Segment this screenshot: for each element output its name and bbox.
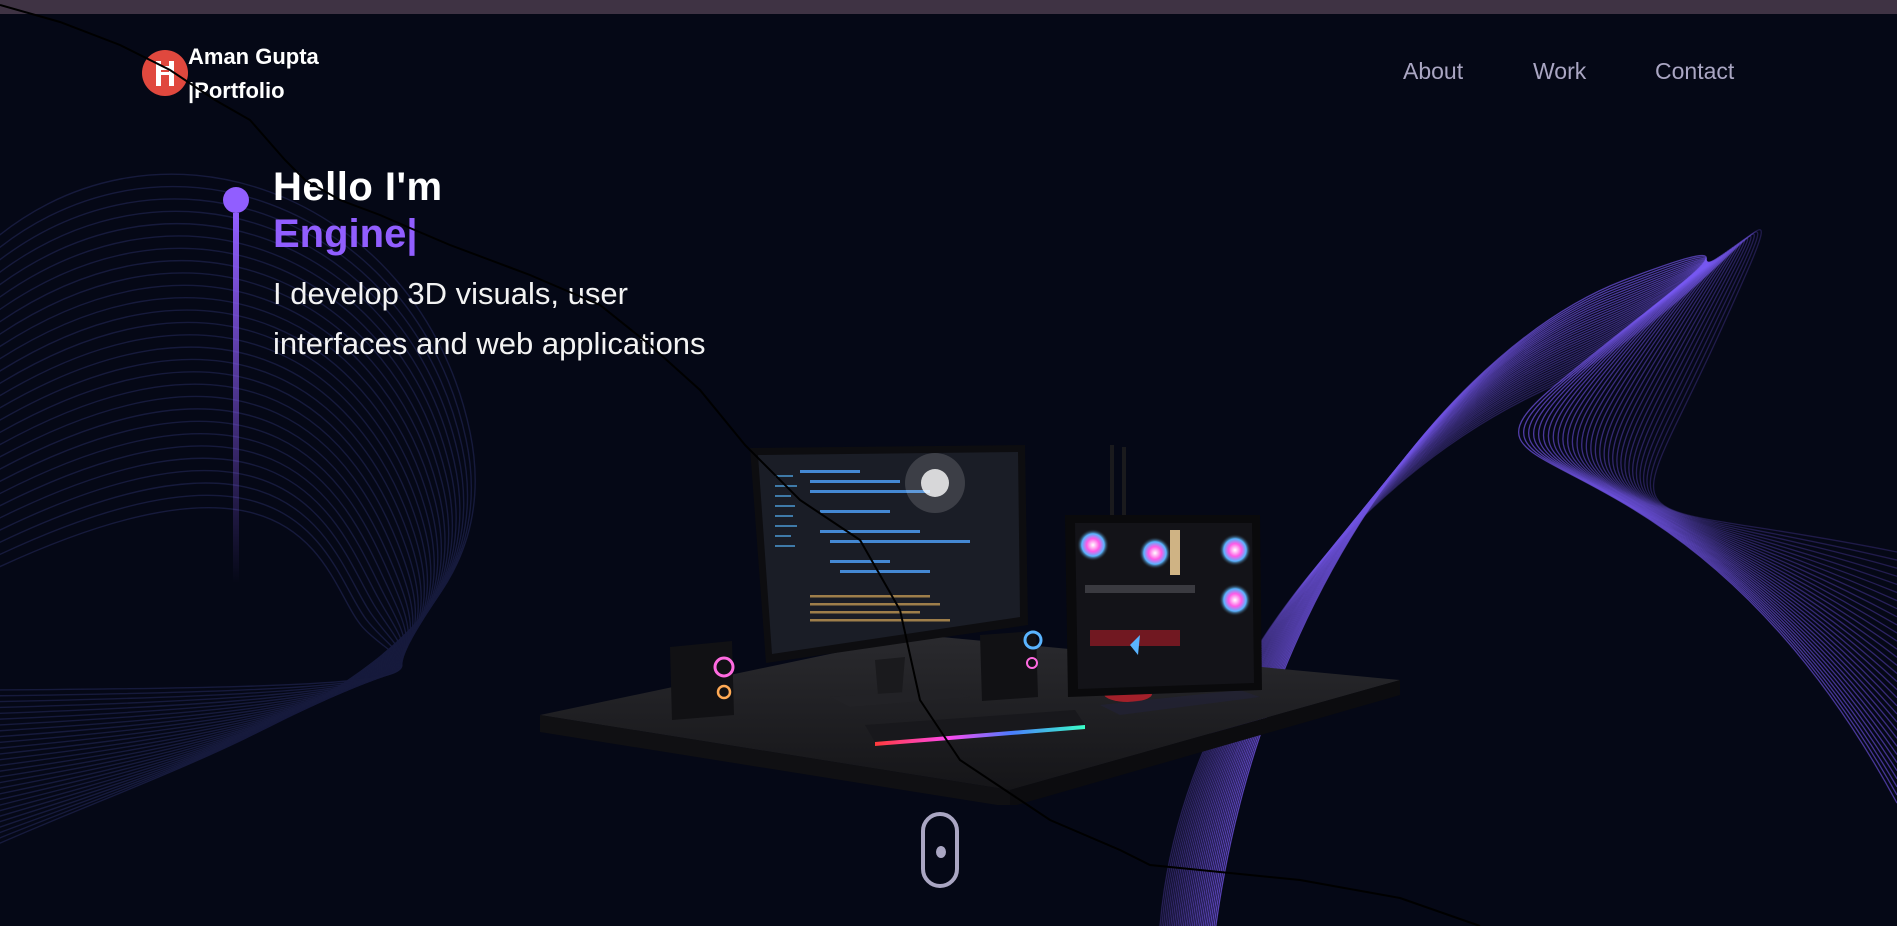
brand-line-portfolio: |Portfolio (188, 78, 285, 103)
scroll-mouse-icon[interactable] (921, 812, 959, 888)
background-wave-left (0, 457, 405, 714)
hero-subtitle-line-2: interfaces and web applications (273, 326, 706, 361)
scroll-indicator-dot (936, 846, 946, 858)
hero-subtitle: I develop 3D visuals, user interfaces an… (273, 269, 793, 369)
portfolio-page: Aman Gupta |Portfolio About Work Contact… (0, 0, 1897, 926)
brand-name[interactable]: Aman Gupta |Portfolio (188, 40, 319, 108)
logo-icon[interactable] (142, 50, 188, 96)
browser-top-strip (0, 0, 1897, 14)
hero-subtitle-line-1: I develop 3D visuals, user (273, 276, 628, 311)
desk-setup-3d-scene[interactable] (510, 435, 1410, 805)
background-wave-left (0, 371, 419, 755)
background-wave-left (0, 297, 439, 789)
navbar: Aman Gupta |Portfolio About Work Contact (0, 14, 1897, 132)
hero-accent-dot (223, 187, 249, 213)
background-wave-left (0, 494, 403, 697)
nav-link-work[interactable]: Work (1533, 58, 1586, 85)
nav-link-contact[interactable]: Contact (1655, 58, 1734, 85)
hero-role-typewriter: Engine| (273, 212, 418, 256)
brand-line-name: Aman Gupta (188, 44, 319, 69)
nav-link-about[interactable]: About (1403, 58, 1463, 85)
hero-accent-bar (233, 213, 239, 583)
background-wave-left (0, 506, 403, 691)
hero-greeting: Hello I'm (273, 165, 443, 209)
hero-text: Hello I'm Engine| I develop 3D visuals, … (273, 163, 793, 369)
